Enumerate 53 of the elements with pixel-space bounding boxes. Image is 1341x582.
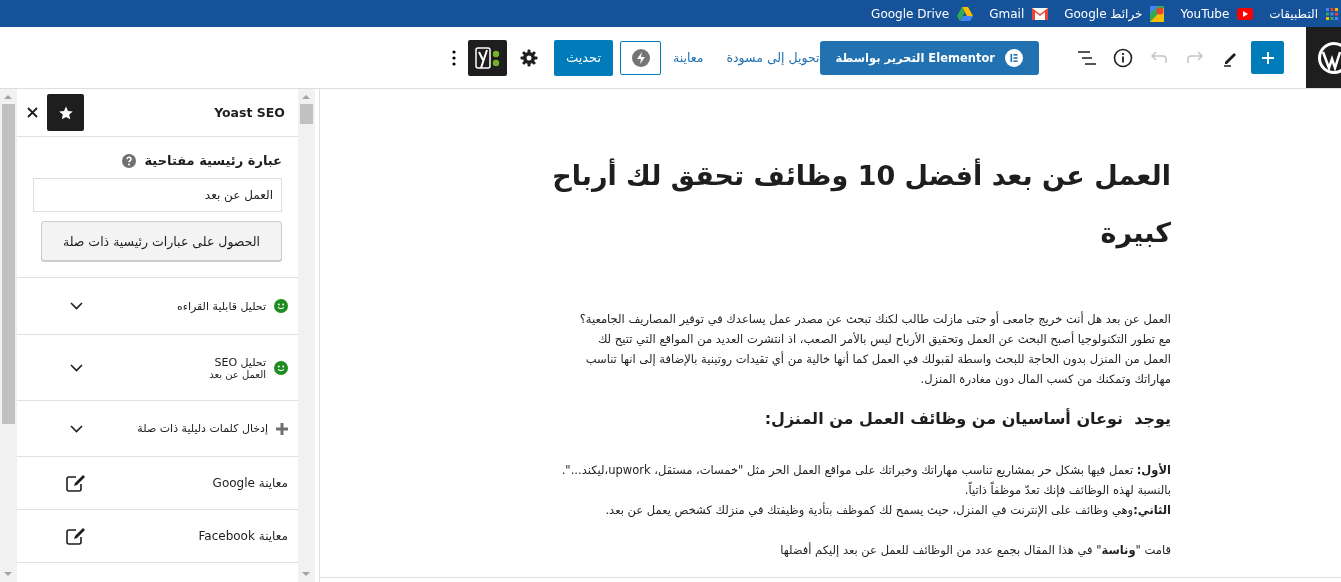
edit-icon[interactable] [66, 527, 86, 545]
plus-icon [1260, 50, 1275, 65]
star-icon [58, 105, 73, 120]
map-pin-icon [1150, 5, 1165, 22]
yoast-button[interactable] [468, 39, 507, 76]
section-title[interactable]: تحليل قابلية القراءه [94, 299, 266, 313]
section-subtitle: العمل عن بعد [208, 368, 266, 380]
chevron-down-icon[interactable] [69, 302, 83, 310]
post-title[interactable]: العمل عن بعد أفضل 10 وظائف تحقق لك أرباح كبيرة [551, 147, 1171, 261]
bookmark-link[interactable]: Google Drive [871, 6, 974, 21]
play-icon [1237, 7, 1254, 20]
yoast-logo [473, 45, 502, 70]
add-block-button[interactable] [1251, 41, 1284, 74]
chevron-down-icon[interactable] [69, 424, 83, 433]
keyphrase-field[interactable]: العمل عن بعد [33, 178, 282, 212]
section-title[interactable]: إدخال كلمات دليلية ذات صلة [94, 422, 268, 435]
bookmark-link[interactable]: التطبيقات [1269, 6, 1338, 21]
more-options-icon[interactable] [452, 49, 456, 66]
close-button[interactable] [27, 107, 38, 118]
scrollbar-thumb[interactable] [2, 104, 15, 424]
switch-to-draft-link[interactable]: تحويل إلى مسودة [726, 50, 820, 65]
update-button[interactable]: تحديث [554, 39, 613, 76]
related-keyphrases-button[interactable]: الحصول على عبارات رئيسية ذات صلة [41, 221, 282, 261]
paragraph[interactable]: العمل عن بعد هل أنت خريج جامعى أو حتى مازلت طالب لكنك تبحث عن مصدر عمل يساعدك في توفير المصاريف الجامعية؟ مع تطور التكنولوجيا أصبح البحث عن العمل وتحقيق الأرباح ليس بالأمر الصعب، اذ انتشرت العديد من المواقع التي تتيح لك العمل من المنزل بدون الحاجة للبحث واسطة لقبولك في العمل كما أنها خالية من أي تقيدات روتينية بالإضافة إلى انها تناسب مهاراتك وتمكنك من كسب المال دون مغادرة المنزل. [471, 309, 1171, 389]
section-title[interactable]: معاينة Google [94, 476, 288, 490]
apps-grid-icon [1326, 7, 1338, 20]
scrollbar-thumb[interactable] [300, 104, 313, 124]
paragraph[interactable]: الأول: تعمل فيها بشكل حر بمشاريع تناسب مهاراتك وخبراتك على مواقع العمل الحر مثل "خمسات، مستقل، upwork،ليكند...". بالنسبة لهذه الوظائف فإنك تعدّ موظفاً ذاتياً. الثاني:وهي وظائف على الإنترنت في المنزل، حيث يسمح لك كموظف بتأدية وظيفتك في منزلك كشخص يعمل عن بعد. [471, 460, 1171, 520]
preview-link[interactable]: معاينة [673, 50, 704, 65]
field-label: عبارة رئيسية مفتاحية [144, 153, 282, 168]
paragraph[interactable]: قامت "وناسة" في هذا المقال بجمع عدد من الوظائف للعمل عن بعد إليكم أفضلها [471, 540, 1171, 560]
settings-icon[interactable] [520, 48, 538, 67]
edit-icon[interactable] [66, 474, 86, 492]
section-heading[interactable]: يوجد نوعان أساسيان من وظائف العمل من المنزل: [471, 409, 1171, 428]
panel-title: Yoast SEO [213, 105, 285, 120]
elementor-button[interactable]: التحرير بواسطة Elementor [819, 40, 1039, 75]
bookmark-link[interactable]: YouTube [1180, 6, 1254, 21]
triangle-icon [957, 6, 974, 21]
elementor-icon [1005, 48, 1023, 67]
mail-icon [1032, 7, 1049, 20]
chevron-down-icon[interactable] [69, 363, 83, 372]
favorite-button[interactable] [47, 94, 84, 131]
help-icon[interactable] [122, 153, 137, 168]
section-title[interactable]: تحليل SEO [94, 355, 266, 369]
performance-button[interactable] [620, 40, 661, 75]
wordpress-logo[interactable] [1317, 40, 1341, 75]
plus-icon [276, 422, 288, 435]
smiley-icon [274, 299, 288, 313]
bookmark-link[interactable]: Gmail [989, 6, 1049, 21]
bookmark-link[interactable]: خرائط Google [1064, 5, 1165, 22]
section-title[interactable]: معاينة Facebook [94, 529, 288, 543]
lightning-icon [631, 48, 650, 67]
smiley-icon [274, 360, 288, 375]
